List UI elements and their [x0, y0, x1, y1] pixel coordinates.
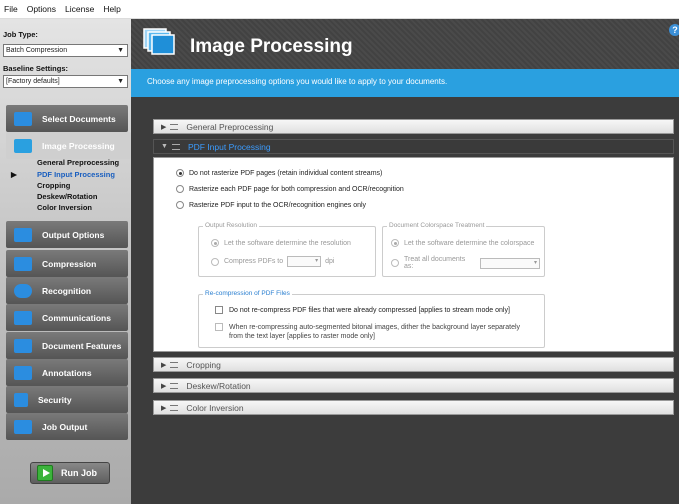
subnav-general-preprocessing[interactable]: General Preprocessing [37, 158, 119, 167]
document-edit-icon [14, 338, 32, 353]
nav-document-features[interactable]: Document Features [6, 332, 128, 359]
job-type-select[interactable]: Batch Compression ▼ [3, 44, 128, 57]
colorspace-group: Document Colorspace Treatment Let the so… [382, 222, 545, 277]
colorspace-select[interactable] [480, 257, 540, 269]
nav-job-output[interactable]: Job Output [6, 413, 128, 440]
menu-license[interactable]: License [65, 4, 94, 14]
radio-treat-all-as[interactable]: Treat all documents as: [391, 256, 544, 270]
pin-icon [170, 382, 179, 389]
arrow-right-icon: ▶ [11, 170, 17, 179]
sidebar: Job Type: Batch Compression ▼ Baseline Se… [0, 19, 131, 504]
nav-recognition[interactable]: Recognition [6, 277, 128, 304]
pin-icon [170, 361, 179, 368]
recompression-group: Re-compression of PDF Files Do not re-co… [198, 290, 545, 348]
menu-help[interactable]: Help [103, 4, 120, 14]
section-color-inversion[interactable]: ▶ Color Inversion [153, 400, 674, 415]
radio-compress-to-dpi[interactable]: Compress PDFs todpi [211, 256, 334, 267]
collapse-icon: ▼ [161, 143, 168, 150]
expand-icon: ▶ [161, 404, 167, 412]
section-cropping[interactable]: ▶ Cropping [153, 357, 674, 372]
expand-icon: ▶ [161, 361, 167, 369]
checkbox-no-recompress[interactable]: Do not re-compress PDF files that were a… [215, 306, 510, 314]
radio-rasterize-ocr-only[interactable]: Rasterize PDF input to the OCR/recogniti… [176, 201, 366, 209]
image-stack-icon [14, 138, 32, 153]
compression-icon [14, 256, 32, 271]
image-processing-icon [143, 28, 175, 55]
cursor-icon [14, 111, 32, 126]
pdf-input-panel: Do not rasterize PDF pages (retain indiv… [153, 157, 674, 352]
baseline-select[interactable]: [Factory defaults] ▼ [3, 75, 128, 88]
pin-icon [170, 404, 179, 411]
export-icon [14, 419, 32, 434]
arrow-right-icon [14, 227, 32, 242]
section-general-preprocessing[interactable]: ▶ General Preprocessing [153, 119, 674, 134]
subnav-cropping[interactable]: Cropping [37, 181, 70, 190]
nav-image-processing[interactable]: Image Processing [6, 132, 131, 159]
job-type-label: Job Type: [3, 30, 38, 39]
subnav-pdf-input-processing[interactable]: ▶ PDF Input Processing [11, 170, 115, 179]
radio-auto-colorspace[interactable]: Let the software determine the colorspac… [391, 239, 534, 247]
nav-security[interactable]: Security [6, 386, 128, 413]
pin-icon [171, 143, 180, 150]
page-title: Image Processing [190, 36, 353, 57]
page-header: Image Processing [131, 19, 679, 69]
checkbox-dither-background[interactable]: When re-compressing auto-segmented biton… [215, 323, 520, 341]
section-deskew-rotation[interactable]: ▶ Deskew/Rotation [153, 378, 674, 393]
menu-bar: File Options License Help [0, 0, 679, 19]
subnav-color-inversion[interactable]: Color Inversion [37, 203, 92, 212]
menu-options[interactable]: Options [27, 4, 56, 14]
nav-select-documents[interactable]: Select Documents [6, 105, 128, 132]
chat-bubble-icon [14, 310, 32, 325]
run-job-button[interactable]: Run Job [30, 462, 110, 484]
annotation-icon [14, 365, 32, 380]
menu-file[interactable]: File [4, 4, 18, 14]
nav-output-options[interactable]: Output Options [6, 221, 128, 248]
radio-rasterize-both[interactable]: Rasterize each PDF page for both compres… [176, 185, 404, 193]
magnifier-icon [14, 283, 32, 298]
radio-do-not-rasterize[interactable]: Do not rasterize PDF pages (retain indiv… [176, 169, 382, 177]
expand-icon: ▶ [161, 123, 167, 131]
nav-communications[interactable]: Communications [6, 304, 128, 331]
instruction-banner: Choose any image preprocessing options y… [131, 69, 679, 97]
nav-compression[interactable]: Compression [6, 250, 128, 277]
chevron-down-icon: ▼ [117, 78, 124, 85]
help-icon[interactable]: ? [669, 24, 679, 36]
lock-icon [14, 392, 28, 407]
output-resolution-group: Output Resolution Let the software deter… [198, 222, 376, 277]
main-content: ▶ General Preprocessing ▼ PDF Input Proces… [131, 97, 679, 504]
chevron-down-icon: ▼ [117, 47, 124, 54]
baseline-label: Baseline Settings: [3, 64, 69, 73]
dpi-select[interactable] [287, 256, 322, 267]
nav-annotations[interactable]: Annotations [6, 359, 128, 386]
expand-icon: ▶ [161, 382, 167, 390]
section-pdf-input-processing[interactable]: ▼ PDF Input Processing [153, 139, 674, 154]
pin-icon [170, 123, 179, 130]
subnav-deskew-rotation[interactable]: Deskew/Rotation [37, 192, 97, 201]
radio-auto-resolution[interactable]: Let the software determine the resolutio… [211, 239, 351, 247]
play-icon [37, 465, 53, 481]
